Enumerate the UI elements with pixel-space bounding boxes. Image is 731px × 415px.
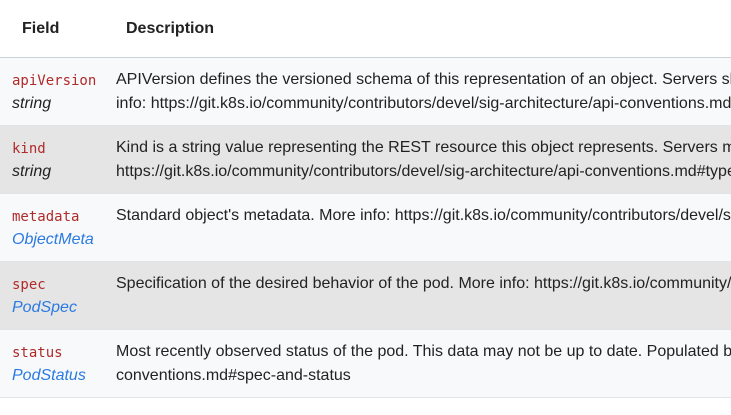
table-row: spec PodSpec Specification of the desired … xyxy=(0,261,731,330)
description-line: info: https://git.k8s.io/community/contr… xyxy=(116,95,731,112)
fields-table: Field Description apiVersion string APIVer… xyxy=(0,0,731,398)
description-line: Specification of the desired behavior of… xyxy=(116,275,731,292)
field-cell: apiVersion string xyxy=(0,57,104,126)
table-body: apiVersion string APIVersion defines the v… xyxy=(0,57,731,398)
table-row: apiVersion string APIVersion defines the v… xyxy=(0,57,731,126)
description-cell: Standard object's metadata. More info: h… xyxy=(104,193,731,262)
field-name: metadata xyxy=(12,209,80,225)
description-line: APIVersion defines the versioned schema … xyxy=(116,71,731,88)
field-type-link[interactable]: PodSpec xyxy=(12,297,104,319)
field-cell: spec PodSpec xyxy=(0,261,104,330)
field-type-link[interactable]: PodStatus xyxy=(12,365,104,387)
field-type: string xyxy=(12,163,52,180)
description-line: https://git.k8s.io/community/contributor… xyxy=(116,163,731,180)
table-row: metadata ObjectMeta Standard object's meta… xyxy=(0,193,731,262)
field-name: apiVersion xyxy=(12,73,97,89)
field-name: spec xyxy=(12,277,46,293)
description-cell: Most recently observed status of the pod… xyxy=(104,329,731,398)
field-type: string xyxy=(12,95,52,112)
description-cell: APIVersion defines the versioned schema … xyxy=(104,57,731,126)
description-line: Most recently observed status of the pod… xyxy=(116,343,731,360)
description-line: Kind is a string value representing the … xyxy=(116,139,731,156)
table-row: status PodStatus Most recently observed st… xyxy=(0,329,731,398)
fields-table-container: Field Description apiVersion string APIVer… xyxy=(0,0,731,415)
field-cell: metadata ObjectMeta xyxy=(0,193,104,262)
field-column-header: Field xyxy=(0,0,104,58)
table-row: kind string Kind is a string value represe… xyxy=(0,125,731,194)
description-line: conventions.md#spec-and-status xyxy=(116,367,351,384)
description-cell: Specification of the desired behavior of… xyxy=(104,261,731,330)
field-cell: kind string xyxy=(0,125,104,194)
field-type-link[interactable]: ObjectMeta xyxy=(12,229,104,251)
description-line: Standard object's metadata. More info: h… xyxy=(116,207,731,224)
field-cell: status PodStatus xyxy=(0,329,104,398)
field-name: kind xyxy=(12,141,46,157)
description-cell: Kind is a string value representing the … xyxy=(104,125,731,194)
field-name: status xyxy=(12,345,63,361)
table-header-row: Field Description xyxy=(0,0,731,58)
description-column-header: Description xyxy=(104,0,731,58)
